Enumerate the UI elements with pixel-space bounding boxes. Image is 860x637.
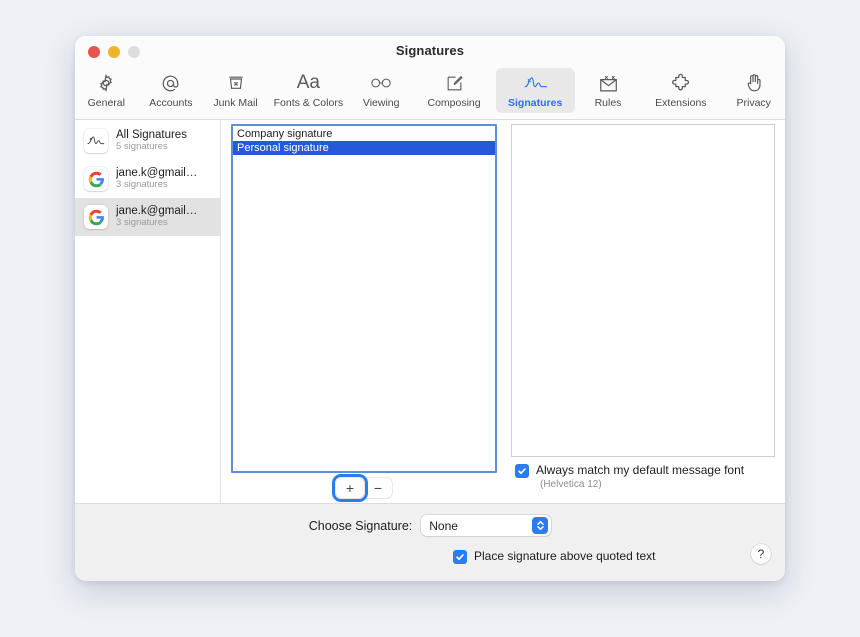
toolbar-label-viewing: Viewing bbox=[362, 97, 400, 109]
toolbar-item-accounts[interactable]: Accounts bbox=[140, 68, 203, 113]
signature-list[interactable]: Company signature Personal signature bbox=[231, 124, 497, 473]
list-item[interactable]: Personal signature bbox=[233, 141, 495, 155]
choose-signature-label: Choose Signature: bbox=[308, 518, 413, 533]
toolbar-label-extensions: Extensions bbox=[655, 97, 707, 109]
toolbar-label-junk-mail: Junk Mail bbox=[213, 97, 258, 109]
toolbar-item-fonts-colors[interactable]: Aa Fonts & Colors bbox=[269, 68, 348, 113]
signature-preview-pane: Always match my default message font (He… bbox=[505, 120, 785, 503]
choose-signature-select[interactable]: None bbox=[421, 515, 552, 536]
sidebar-item-count: 5 signatures bbox=[116, 141, 168, 153]
preview-footer: Always match my default message font (He… bbox=[511, 457, 775, 503]
help-button[interactable]: ? bbox=[751, 544, 771, 564]
preferences-toolbar: General Accounts Junk Mail Aa Fonts & Co… bbox=[75, 66, 785, 120]
sidebar-item-count: 3 signatures bbox=[116, 217, 168, 229]
toolbar-item-viewing[interactable]: Viewing bbox=[350, 68, 413, 113]
at-sign-icon bbox=[142, 71, 201, 95]
match-font-label: Always match my default message font bbox=[536, 463, 745, 477]
window-title: Signatures bbox=[395, 43, 465, 58]
toolbar-item-general[interactable]: General bbox=[75, 68, 138, 113]
list-item[interactable]: Company signature bbox=[233, 127, 495, 141]
toolbar-label-composing: Composing bbox=[427, 97, 481, 109]
chevron-updown-icon bbox=[532, 517, 549, 534]
sidebar-item-text: jane.k@gmail… 3 signatures bbox=[116, 205, 197, 229]
signature-list-footer: + − bbox=[231, 473, 497, 503]
glasses-icon bbox=[352, 71, 411, 95]
signatures-preferences-window: Signatures General Accounts Junk Mail Aa… bbox=[75, 36, 785, 581]
toolbar-label-general: General bbox=[87, 97, 125, 109]
toolbar-label-rules: Rules bbox=[594, 97, 622, 109]
choose-signature-value: None bbox=[429, 518, 458, 533]
google-icon bbox=[84, 205, 108, 229]
signature-editor[interactable] bbox=[511, 124, 775, 457]
hand-icon bbox=[724, 71, 783, 95]
toolbar-item-junk-mail[interactable]: Junk Mail bbox=[204, 68, 267, 113]
envelope-rules-icon bbox=[579, 71, 638, 95]
choose-signature-row: Choose Signature: None bbox=[75, 515, 785, 536]
aa-icon: Aa bbox=[296, 72, 320, 93]
toolbar-item-privacy[interactable]: Privacy bbox=[722, 68, 785, 113]
sidebar-item-count: 3 signatures bbox=[116, 179, 168, 191]
toolbar-label-signatures: Signatures bbox=[508, 97, 563, 109]
place-above-label: Place signature above quoted text bbox=[474, 549, 656, 563]
window-titlebar: Signatures bbox=[75, 36, 785, 66]
toolbar-item-rules[interactable]: Rules bbox=[577, 68, 640, 113]
sidebar-item-gmail-1[interactable]: jane.k@gmail… 3 signatures bbox=[75, 160, 220, 198]
gear-icon bbox=[77, 71, 136, 95]
add-remove-button-group: + − bbox=[332, 474, 392, 502]
sidebar-item-text: jane.k@gmail… 3 signatures bbox=[116, 167, 197, 191]
compose-pencil-icon bbox=[417, 71, 492, 95]
bottom-settings-bar: Choose Signature: None Place signature a… bbox=[75, 503, 785, 581]
toolbar-label-privacy: Privacy bbox=[736, 97, 771, 109]
toolbar-item-composing[interactable]: Composing bbox=[415, 68, 494, 113]
sidebar-item-all-signatures[interactable]: All Signatures 5 signatures bbox=[75, 122, 220, 160]
sidebar-item-text: All Signatures 5 signatures bbox=[116, 129, 187, 153]
place-signature-row[interactable]: Place signature above quoted text bbox=[453, 549, 655, 564]
remove-signature-button[interactable]: − bbox=[364, 478, 392, 498]
toolbar-label-fonts-colors: Fonts & Colors bbox=[273, 97, 344, 109]
accounts-sidebar: All Signatures 5 signatures jane.k@gmail… bbox=[75, 120, 221, 503]
signature-icon bbox=[498, 71, 573, 95]
match-font-sublabel: (Helvetica 12) bbox=[540, 479, 602, 490]
toolbar-item-signatures[interactable]: Signatures bbox=[495, 68, 575, 113]
puzzle-piece-icon bbox=[643, 71, 718, 95]
signatures-panes: All Signatures 5 signatures jane.k@gmail… bbox=[75, 120, 785, 503]
google-icon bbox=[84, 167, 108, 191]
signature-list-pane: Company signature Personal signature + − bbox=[221, 120, 505, 503]
place-above-checkbox[interactable] bbox=[453, 550, 467, 564]
match-font-checkbox[interactable] bbox=[515, 464, 529, 478]
signature-icon bbox=[84, 129, 108, 153]
match-font-row[interactable]: Always match my default message font bbox=[515, 463, 775, 478]
add-signature-button[interactable]: + bbox=[332, 474, 368, 502]
sidebar-item-gmail-2[interactable]: jane.k@gmail… 3 signatures bbox=[75, 198, 220, 236]
toolbar-label-accounts: Accounts bbox=[149, 97, 193, 109]
toolbar-item-extensions[interactable]: Extensions bbox=[641, 68, 720, 113]
trash-x-icon bbox=[206, 71, 265, 95]
